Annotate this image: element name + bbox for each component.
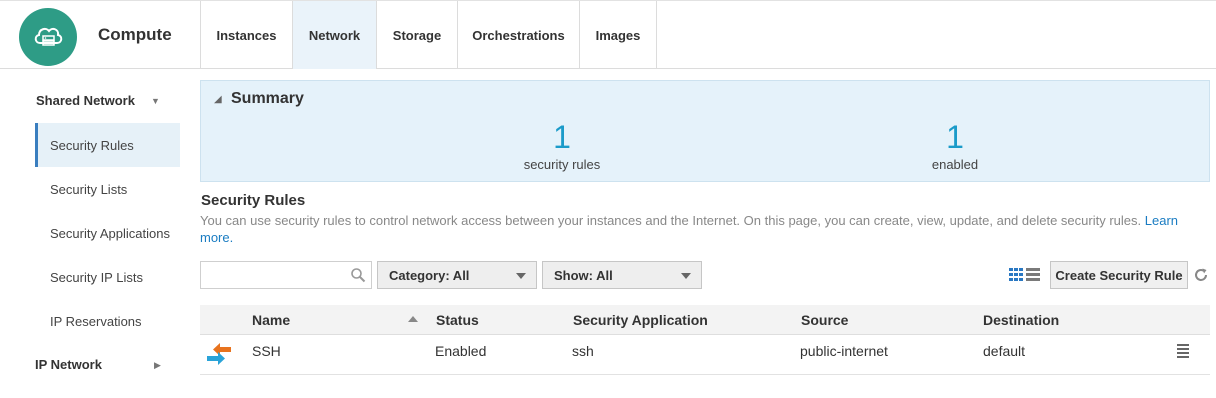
metric-value: 1 bbox=[553, 119, 571, 155]
cell-security-application: ssh bbox=[572, 343, 594, 359]
security-rule-arrows-icon bbox=[206, 341, 232, 370]
sidebar-item-security-lists[interactable]: Security Lists bbox=[35, 167, 180, 211]
collapse-triangle-icon[interactable]: ◢ bbox=[214, 94, 222, 105]
sidebar-item-security-rules[interactable]: Security Rules bbox=[35, 123, 180, 167]
table-row[interactable]: SSH Enabled ssh public-internet default bbox=[200, 335, 1210, 375]
tab-orchestrations[interactable]: Orchestrations bbox=[457, 1, 579, 69]
column-header-source[interactable]: Source bbox=[801, 312, 848, 328]
app-title: Compute bbox=[98, 25, 172, 44]
metric-enabled: 1 enabled bbox=[855, 119, 1055, 172]
tab-instances[interactable]: Instances bbox=[200, 1, 292, 69]
section-description: You can use security rules to control ne… bbox=[200, 212, 1205, 246]
main-tabs: Instances Network Storage Orchestrations… bbox=[200, 1, 657, 69]
summary-title: Summary bbox=[231, 90, 304, 107]
tab-network[interactable]: Network bbox=[292, 1, 376, 69]
category-filter-value: Category: All bbox=[389, 267, 470, 283]
sidebar-group-shared-network[interactable]: Shared Network bbox=[36, 93, 135, 108]
refresh-icon[interactable] bbox=[1193, 267, 1209, 286]
column-header-security-application[interactable]: Security Application bbox=[573, 312, 708, 328]
metric-label: enabled bbox=[931, 157, 979, 172]
column-header-name[interactable]: Name bbox=[252, 312, 290, 328]
search-input[interactable] bbox=[200, 261, 372, 289]
cell-status: Enabled bbox=[435, 343, 487, 359]
sidebar-item-ip-reservations[interactable]: IP Reservations bbox=[35, 299, 180, 343]
section-title: Security Rules bbox=[201, 192, 306, 209]
category-filter-select[interactable]: Category: All bbox=[377, 261, 537, 289]
cell-destination: default bbox=[983, 343, 1026, 359]
show-filter-value: Show: All bbox=[554, 267, 613, 283]
row-menu-icon[interactable] bbox=[1176, 343, 1190, 362]
create-security-rule-button[interactable]: Create Security Rule bbox=[1050, 261, 1188, 289]
summary-panel: ◢ Summary 1 security rules 1 enabled bbox=[200, 80, 1210, 182]
metric-security-rules: 1 security rules bbox=[462, 119, 662, 172]
table-header: Name Status Security Application Source … bbox=[200, 305, 1210, 335]
show-filter-select[interactable]: Show: All bbox=[542, 261, 702, 289]
tab-storage[interactable]: Storage bbox=[376, 1, 457, 69]
search-field[interactable] bbox=[205, 263, 345, 287]
sort-ascending-icon[interactable] bbox=[408, 316, 418, 322]
search-icon[interactable] bbox=[350, 267, 366, 286]
cell-source: public-internet bbox=[800, 343, 888, 359]
view-toggle-icon[interactable] bbox=[1009, 268, 1041, 285]
chevron-down-icon[interactable]: ▼ bbox=[151, 96, 160, 106]
chevron-down-icon bbox=[681, 273, 691, 279]
tab-images[interactable]: Images bbox=[579, 1, 657, 69]
cloud-server-icon[interactable] bbox=[19, 8, 77, 66]
sidebar-item-security-applications[interactable]: Security Applications bbox=[35, 211, 180, 255]
chevron-right-icon[interactable]: ▶ bbox=[154, 360, 161, 371]
column-header-status[interactable]: Status bbox=[436, 312, 479, 328]
metric-label: security rules bbox=[523, 157, 601, 172]
cell-name[interactable]: SSH bbox=[252, 343, 281, 359]
metric-value: 1 bbox=[946, 119, 964, 155]
description-text: You can use security rules to control ne… bbox=[200, 213, 1142, 228]
top-header: Compute Instances Network Storage Orches… bbox=[0, 0, 1216, 69]
column-header-destination[interactable]: Destination bbox=[983, 312, 1059, 328]
chevron-down-icon bbox=[516, 273, 526, 279]
sidebar-item-security-ip-lists[interactable]: Security IP Lists bbox=[35, 255, 180, 299]
sidebar-group-ip-network[interactable]: IP Network bbox=[35, 357, 102, 372]
